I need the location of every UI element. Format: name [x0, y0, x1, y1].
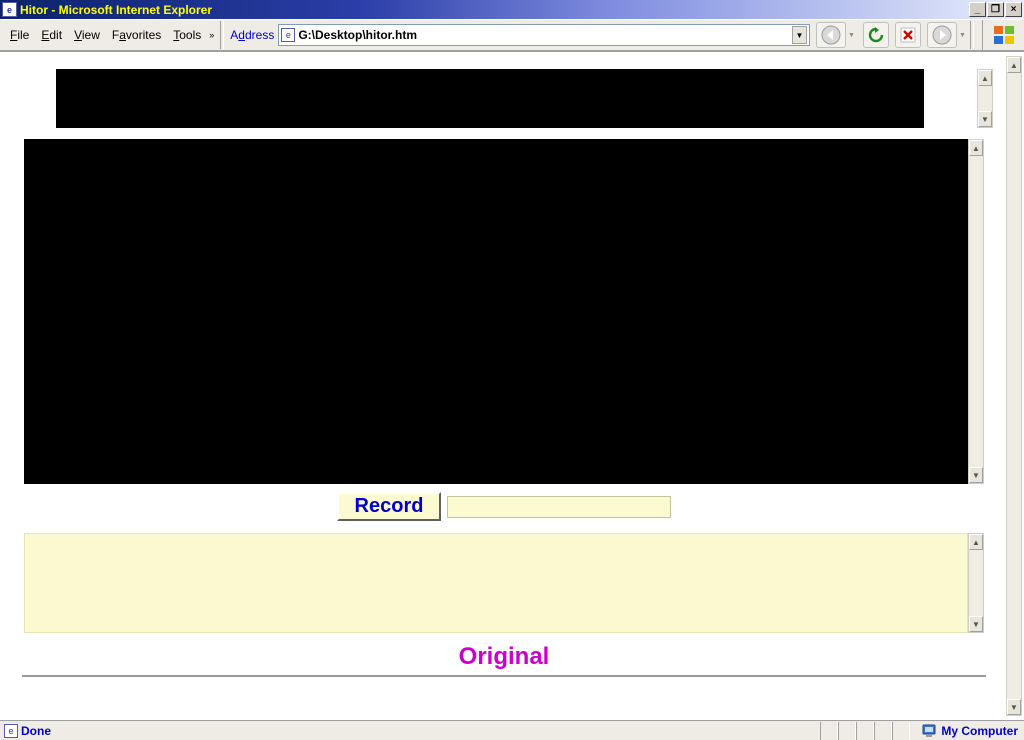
throbber: [982, 20, 1020, 50]
minimize-button[interactable]: _: [969, 2, 986, 17]
scroll-down-icon[interactable]: ▼: [1007, 699, 1021, 715]
forward-button[interactable]: [927, 22, 957, 48]
back-icon: [821, 25, 841, 45]
back-button[interactable]: [816, 22, 846, 48]
status-cell: [874, 722, 892, 740]
record-row: Record: [3, 492, 1005, 521]
address-dropdown-icon[interactable]: ▼: [792, 26, 807, 44]
display-panel-2: [24, 139, 968, 484]
status-cells: [820, 722, 910, 740]
back-dropdown-icon[interactable]: ▼: [846, 22, 857, 48]
scroll-up-icon[interactable]: ▲: [969, 140, 983, 156]
panel-2-scrollbar[interactable]: ▲ ▼: [968, 139, 984, 484]
stop-button[interactable]: [895, 22, 921, 48]
menu-file[interactable]: File: [4, 26, 35, 44]
menu-edit[interactable]: Edit: [35, 26, 68, 44]
stop-icon: [900, 27, 916, 43]
toolbar-separator-2: [970, 21, 974, 49]
refresh-button[interactable]: [863, 22, 889, 48]
log-scrollbar[interactable]: ▲ ▼: [968, 533, 984, 633]
menu-overflow-icon[interactable]: »: [207, 30, 218, 40]
forward-dropdown-icon[interactable]: ▼: [957, 22, 968, 48]
menu-tools[interactable]: Tools: [167, 26, 207, 44]
refresh-icon: [868, 27, 884, 43]
page-icon: e: [281, 28, 295, 42]
status-cell: [838, 722, 856, 740]
scroll-up-icon[interactable]: ▲: [969, 534, 983, 550]
page-body: ▲ ▼ ▲ ▼ Record ▲ ▼ Original: [3, 56, 1005, 716]
scroll-down-icon[interactable]: ▼: [969, 616, 983, 632]
security-zone[interactable]: My Computer: [922, 723, 1024, 738]
scroll-down-icon[interactable]: ▼: [969, 467, 983, 483]
original-heading: Original: [3, 643, 1005, 671]
toolbar: File Edit View Favorites Tools » Address…: [0, 19, 1024, 51]
main-vertical-scrollbar[interactable]: ▲ ▼: [1006, 56, 1022, 716]
page-icon: e: [4, 724, 18, 738]
status-cell: [856, 722, 874, 740]
scroll-up-icon[interactable]: ▲: [978, 70, 992, 86]
status-cell: [820, 722, 838, 740]
record-button[interactable]: Record: [337, 492, 442, 521]
windows-flag-icon: [992, 24, 1018, 46]
address-bar[interactable]: e G:\Desktop\hitor.htm ▼: [278, 24, 810, 46]
status-cell: [892, 722, 910, 740]
address-text[interactable]: G:\Desktop\hitor.htm: [298, 28, 790, 42]
panel-1-scrollbar[interactable]: ▲ ▼: [977, 69, 993, 128]
title-bar: e Hitor - Microsoft Internet Explorer _ …: [0, 0, 1024, 19]
display-panel-1: [56, 69, 924, 128]
log-panel[interactable]: [24, 533, 968, 633]
zone-label: My Computer: [941, 724, 1018, 738]
window-title: Hitor - Microsoft Internet Explorer: [20, 3, 212, 17]
ie-page-icon: e: [2, 2, 17, 17]
scroll-up-icon[interactable]: ▲: [1007, 57, 1021, 73]
forward-icon: [932, 25, 952, 45]
restore-button[interactable]: ❐: [987, 2, 1004, 17]
menu-favorites[interactable]: Favorites: [106, 26, 167, 44]
toolbar-separator: [220, 21, 224, 49]
menu-view[interactable]: View: [68, 26, 106, 44]
content-viewport: ▲ ▼ ▲ ▼ Record ▲ ▼ Original ▲ ▼: [0, 51, 1024, 720]
my-computer-icon: [922, 723, 937, 738]
status-bar: e Done My Computer: [0, 720, 1024, 740]
record-input[interactable]: [447, 496, 671, 518]
status-text: Done: [21, 724, 51, 738]
horizontal-rule: [22, 675, 986, 677]
address-label: Address: [226, 28, 278, 42]
scroll-down-icon[interactable]: ▼: [978, 111, 992, 127]
close-button[interactable]: ×: [1005, 2, 1022, 17]
